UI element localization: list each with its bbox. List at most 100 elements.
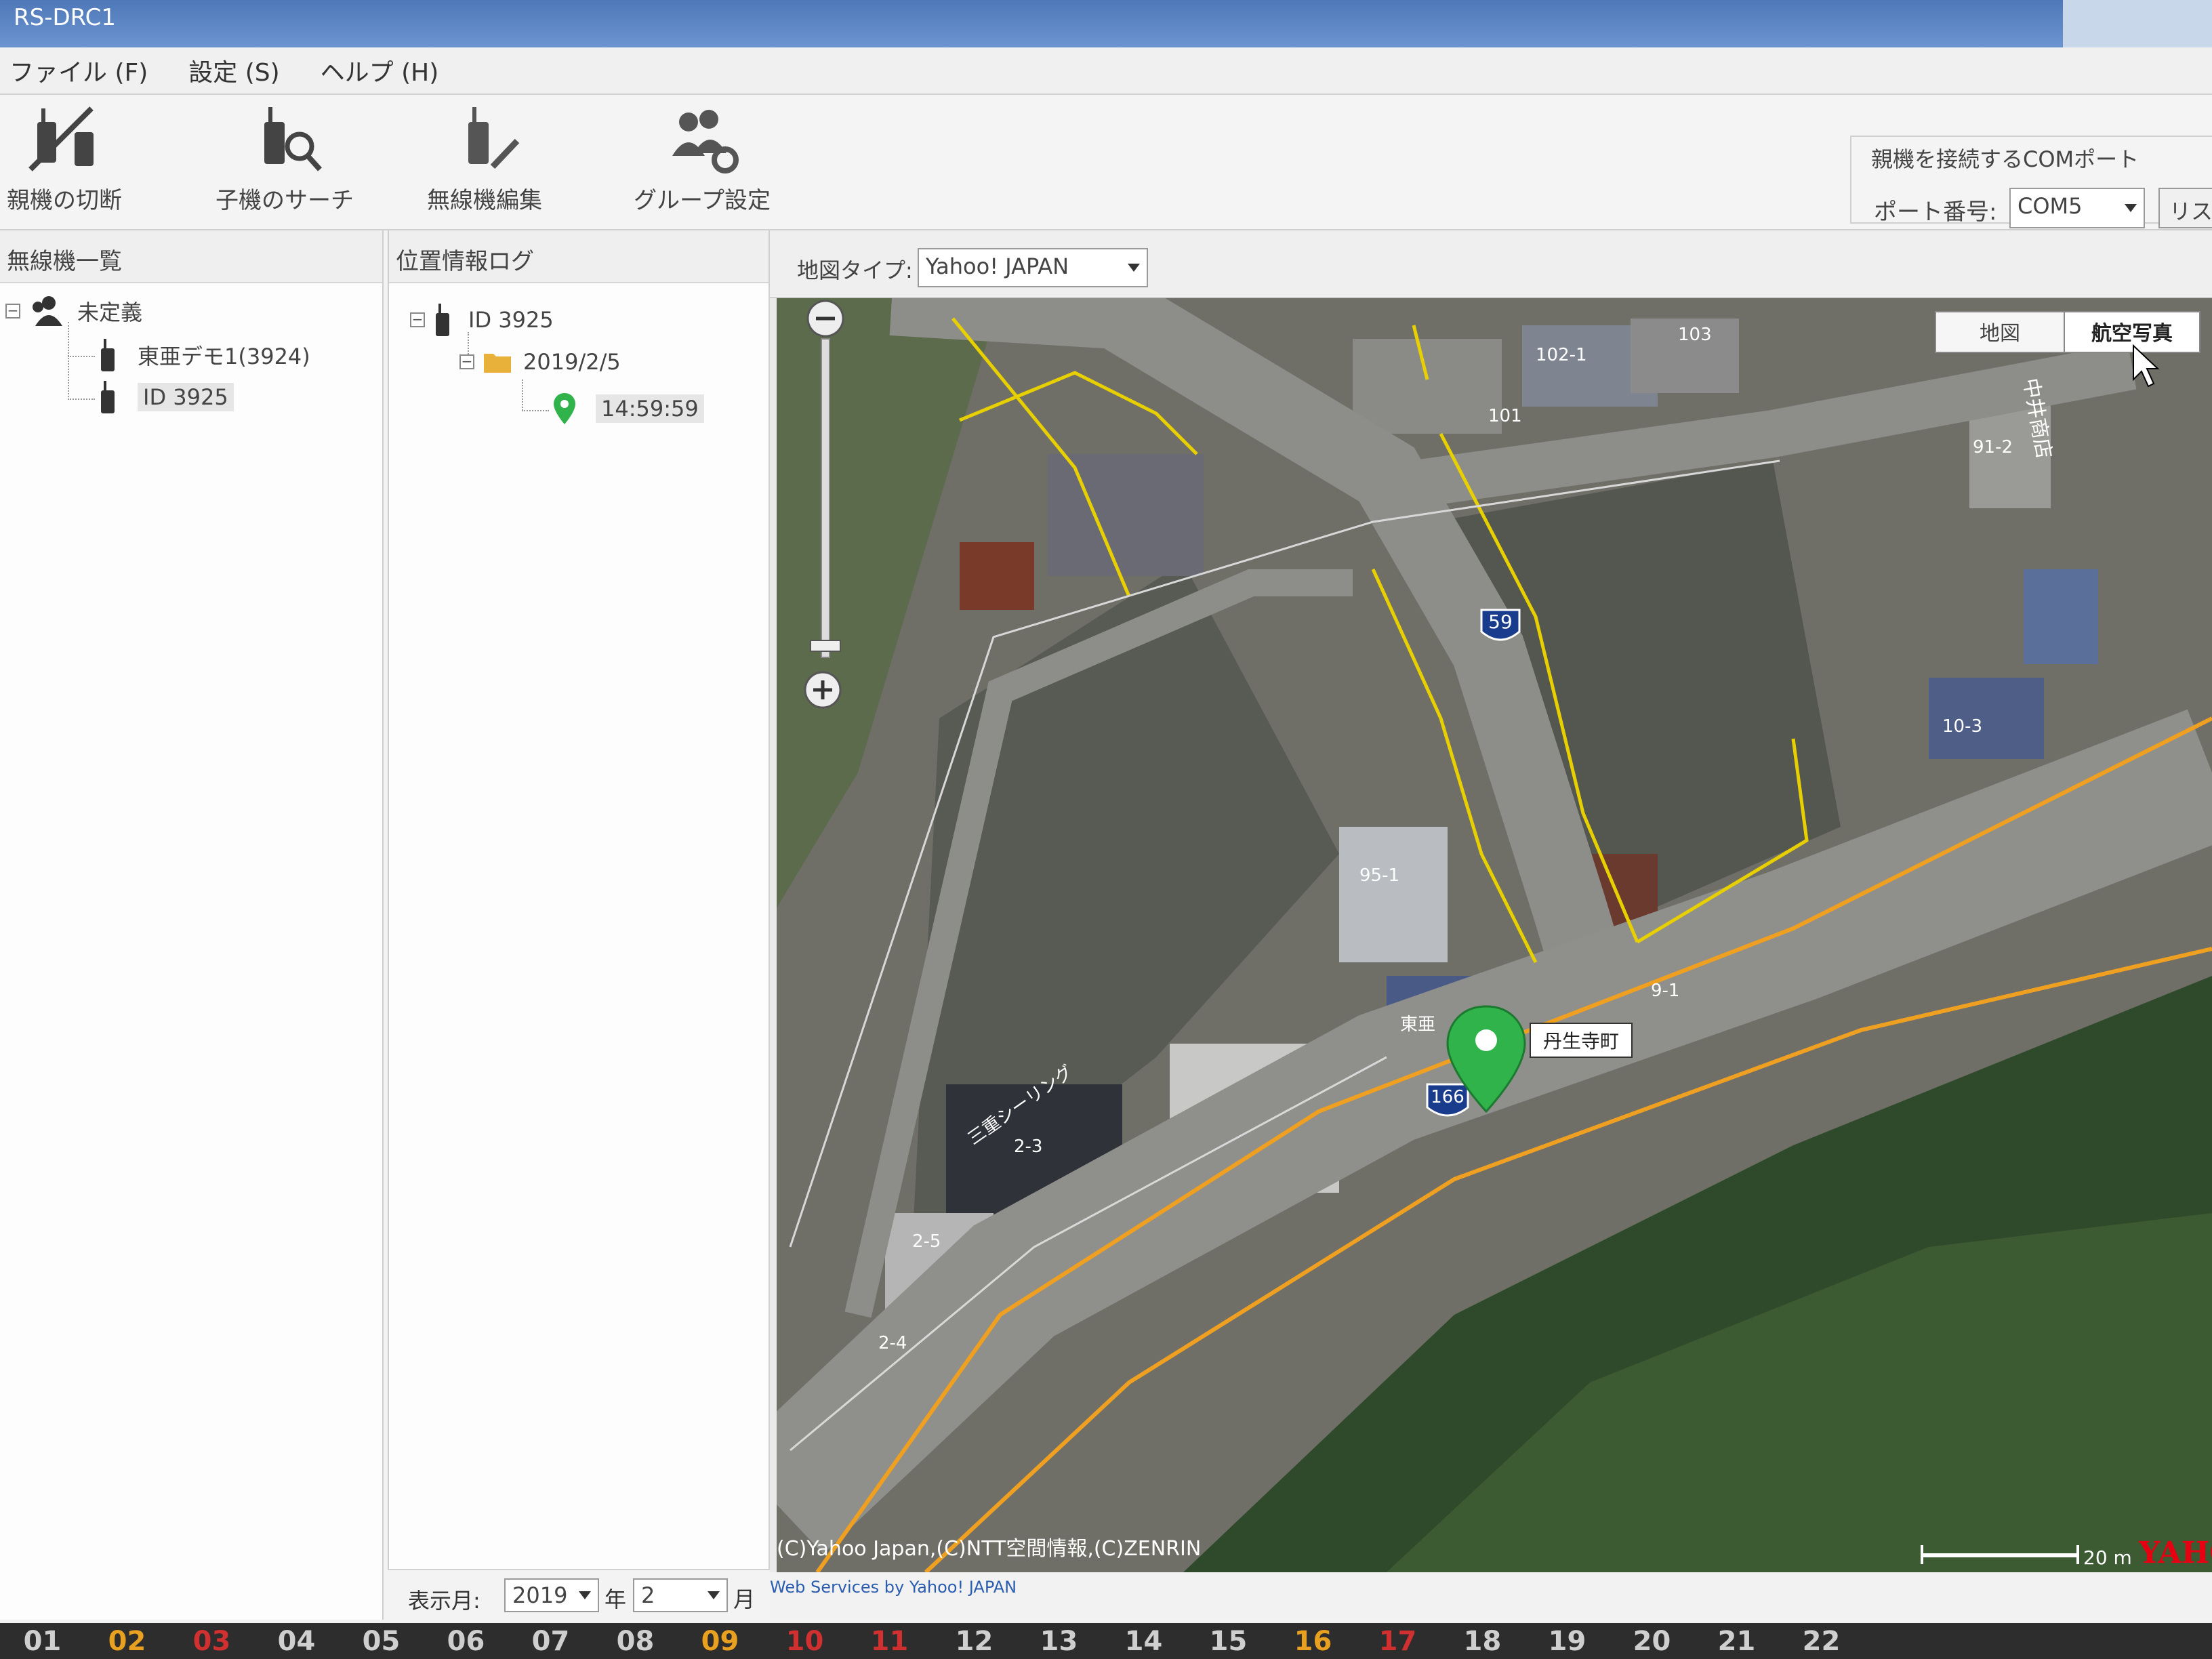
log-device-id: ID 3925 xyxy=(468,307,554,333)
log-date: 2019/2/5 xyxy=(523,349,621,375)
log-tree-date[interactable]: − 2019/2/5 xyxy=(459,349,621,375)
tree-connector xyxy=(68,356,95,357)
tree-connector xyxy=(522,380,523,411)
chevron-down-icon xyxy=(1128,264,1140,272)
disconnect-parent-label: 親機の切断 xyxy=(7,187,122,214)
aerial-view-label: 航空写真 xyxy=(2091,322,2173,346)
month-cell: 14 xyxy=(1124,1625,1163,1657)
yahoo-logo: YAHO xyxy=(2138,1536,2212,1570)
map-label: 2-5 xyxy=(912,1231,941,1252)
radio-edit-icon xyxy=(468,107,520,169)
month-cell: 02 xyxy=(108,1625,146,1657)
display-month-bar: 表示月: 2019 年 2 月 xyxy=(388,1569,770,1620)
month-value: 2 xyxy=(641,1582,655,1608)
tree-connector xyxy=(68,322,69,400)
zoom-slider-handle[interactable] xyxy=(810,640,841,652)
map-view-toggle[interactable]: 地図 航空写真 xyxy=(1935,311,2200,353)
edit-radio-label: 無線機編集 xyxy=(427,187,542,214)
month-cell: 10 xyxy=(785,1625,824,1657)
disconnect-radio-icon xyxy=(28,106,94,171)
route-166-label: 166 xyxy=(1431,1087,1465,1107)
month-cell: 15 xyxy=(1209,1625,1248,1657)
log-tree-time[interactable]: 14:59:59 xyxy=(552,392,704,426)
tree-item-radio-2[interactable]: ID 3925 xyxy=(98,381,234,413)
tree-group-undefined[interactable]: − 未定義 xyxy=(5,295,142,327)
map-type-bar: 地図タイプ: Yahoo! JAPAN xyxy=(770,230,2212,298)
month-cell: 17 xyxy=(1378,1625,1417,1657)
tree-item-radio-1[interactable]: 東亜デモ1(3924) xyxy=(98,339,310,371)
collapse-icon[interactable]: − xyxy=(410,312,425,327)
chevron-down-icon xyxy=(708,1591,720,1599)
radio-name: 東亜デモ1(3924) xyxy=(138,344,310,369)
aerial-map[interactable]: 59 166 102-1 103 101 91-2 9-1 95-1 10-3 … xyxy=(777,298,2212,1572)
zoom-slider-track[interactable] xyxy=(821,338,830,658)
window-title: RS-DRC1 xyxy=(14,4,116,31)
route-59-shield: 59 xyxy=(1480,609,1521,641)
list-button[interactable]: リス xyxy=(2158,188,2212,228)
location-log-panel: 位置情報ログ xyxy=(388,230,770,1569)
map-label: 2-3 xyxy=(1014,1136,1042,1157)
map-label: 102-1 xyxy=(1536,345,1587,365)
collapse-icon[interactable]: − xyxy=(5,304,20,319)
log-time: 14:59:59 xyxy=(596,394,704,423)
collapse-icon[interactable]: − xyxy=(459,354,474,369)
tree-connector xyxy=(522,410,549,411)
year-select[interactable]: 2019 xyxy=(504,1578,599,1612)
month-select[interactable]: 2 xyxy=(633,1578,728,1612)
map-label: 2-4 xyxy=(878,1333,907,1353)
month-cell: 08 xyxy=(616,1625,655,1657)
port-select[interactable]: COM5 xyxy=(2009,188,2145,228)
aerial-map-image[interactable]: 59 166 102-1 103 101 91-2 9-1 95-1 10-3 … xyxy=(777,298,2212,1572)
port-number-label: ポート番号: xyxy=(1874,199,1997,226)
map-footer: Web Services by Yahoo! JAPAN xyxy=(770,1572,2212,1620)
route-59-label: 59 xyxy=(1488,611,1513,633)
map-type-label: 地図タイプ: xyxy=(797,258,913,283)
month-cell: 16 xyxy=(1294,1625,1332,1657)
menu-file[interactable]: ファイル (F) xyxy=(9,53,148,88)
month-cell: 18 xyxy=(1463,1625,1502,1657)
web-services-credit[interactable]: Web Services by Yahoo! JAPAN xyxy=(770,1578,1017,1597)
disconnect-parent-button[interactable]: 親機の切断 xyxy=(7,102,122,215)
group-settings-button[interactable]: グループ設定 xyxy=(634,102,771,215)
year-value: 2019 xyxy=(512,1582,568,1608)
month-cell: 01 xyxy=(23,1625,62,1657)
menu-help[interactable]: ヘルプ (H) xyxy=(321,53,439,88)
map-label: 東亜 xyxy=(1400,1015,1435,1035)
month-strip: 01 02 03 04 05 06 07 08 09 10 11 12 13 1… xyxy=(0,1623,2212,1659)
handheld-radio-icon xyxy=(101,381,115,413)
month-cell: 06 xyxy=(447,1625,485,1657)
map-view-label: 地図 xyxy=(1980,322,2020,346)
menu-settings[interactable]: 設定 (S) xyxy=(188,53,279,88)
map-label: 9-1 xyxy=(1651,981,1679,1001)
month-cell: 09 xyxy=(701,1625,739,1657)
com-port-title: 親機を接続するCOMポート xyxy=(1867,142,2144,173)
month-cell: 04 xyxy=(277,1625,316,1657)
log-tree-device[interactable]: − ID 3925 xyxy=(410,304,554,336)
display-month-label: 表示月: xyxy=(408,1588,480,1614)
map-type-value: Yahoo! JAPAN xyxy=(926,253,1069,279)
month-cell: 21 xyxy=(1717,1625,1756,1657)
port-select-value: COM5 xyxy=(2018,193,2083,219)
year-unit: 年 xyxy=(605,1586,627,1612)
edit-radio-button[interactable]: 無線機編集 xyxy=(427,102,542,215)
search-child-label: 子機のサーチ xyxy=(216,187,354,214)
month-cell: 22 xyxy=(1802,1625,1841,1657)
users-icon xyxy=(33,296,62,326)
chevron-down-icon xyxy=(579,1591,591,1599)
map-type-select[interactable]: Yahoo! JAPAN xyxy=(918,248,1148,287)
group-name: 未定義 xyxy=(77,300,143,325)
radio-search-icon xyxy=(264,107,322,171)
month-cell: 07 xyxy=(531,1625,570,1657)
map-label: 103 xyxy=(1678,325,1712,345)
radio-list-panel: 無線機一覧 xyxy=(0,230,384,1620)
month-cell: 13 xyxy=(1040,1625,1078,1657)
search-child-button[interactable]: 子機のサーチ xyxy=(216,102,354,215)
map-label: 95-1 xyxy=(1359,865,1399,886)
tree-connector xyxy=(68,398,95,400)
window-controls[interactable] xyxy=(2063,0,2212,47)
window-titlebar: RS-DRC1 xyxy=(0,0,2212,47)
handheld-radio-icon xyxy=(101,339,115,371)
month-cell: 05 xyxy=(362,1625,401,1657)
map-label: 10-3 xyxy=(1942,716,1982,737)
menu-bar: ファイル (F) 設定 (S) ヘルプ (H) xyxy=(0,47,2212,95)
